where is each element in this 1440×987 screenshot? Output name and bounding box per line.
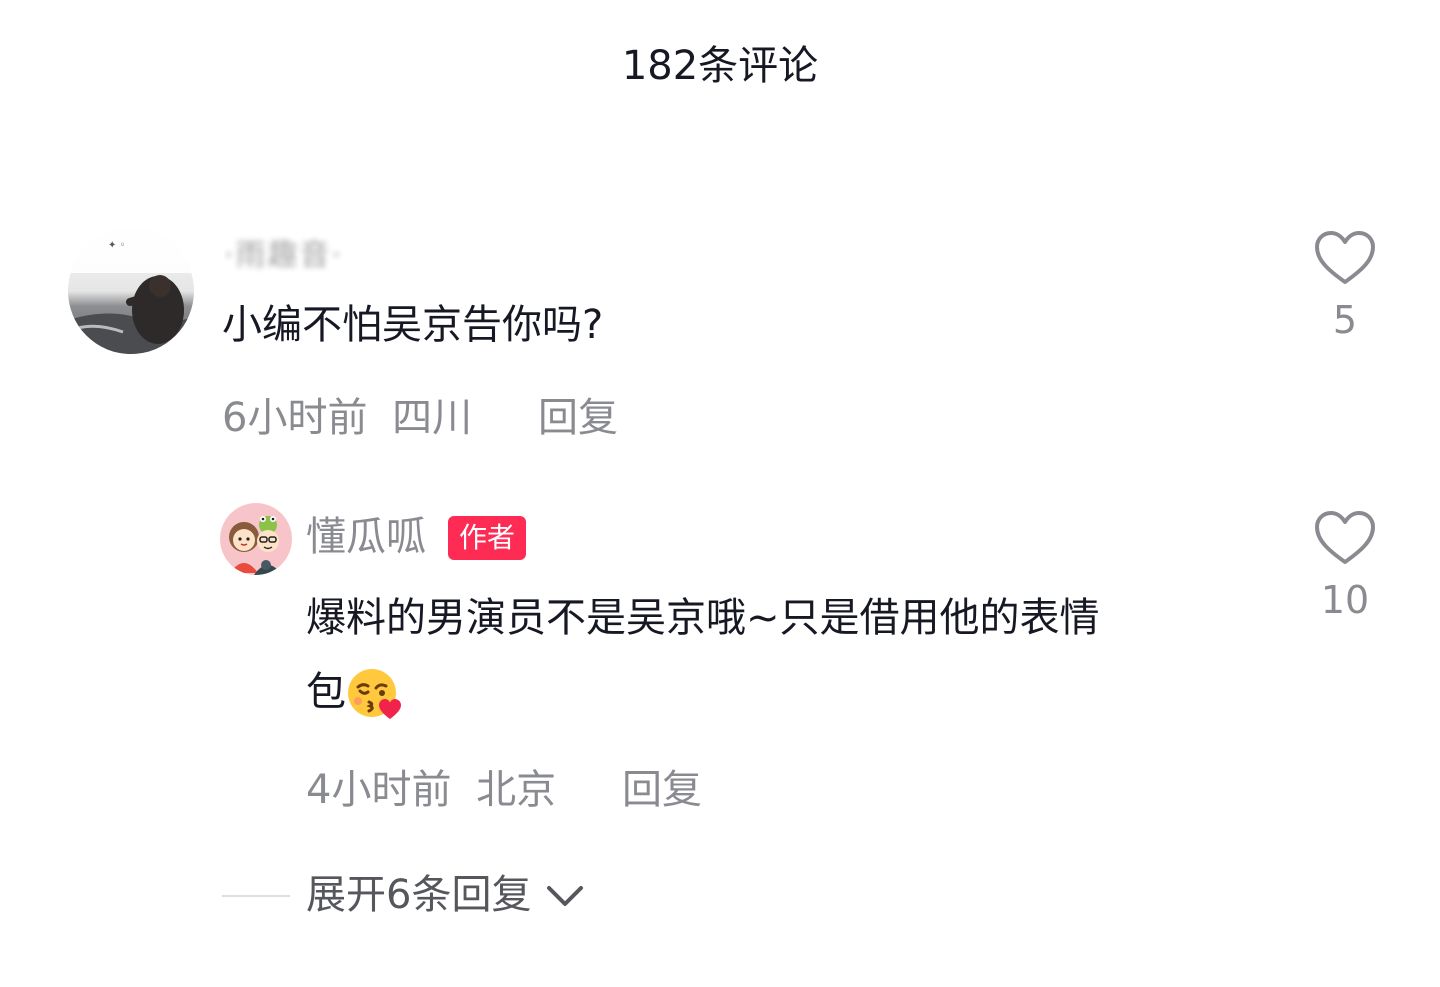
reply-time: 4小时前 bbox=[306, 767, 452, 813]
commenter-name-text: ·雨趣音· bbox=[224, 238, 344, 273]
comment-time: 6小时前 bbox=[222, 395, 368, 441]
reply-meta: 4小时前 北京 bbox=[306, 765, 556, 815]
reply-text: 爆料的男演员不是吴京哦~只是借用他的表情 包 bbox=[306, 581, 1266, 729]
heart-icon bbox=[1315, 231, 1375, 284]
like-button[interactable]: 5 bbox=[1300, 230, 1390, 344]
commenter-name[interactable]: ·雨趣音· bbox=[224, 230, 424, 274]
heart-icon bbox=[1315, 511, 1375, 564]
cartoon-couple-avatar-icon bbox=[220, 503, 292, 575]
reply-text-line-2-text: 包 bbox=[306, 669, 346, 715]
comment-meta: 6小时前 四川 bbox=[222, 393, 472, 443]
author-badge: 作者 bbox=[448, 516, 527, 560]
expand-replies-button[interactable]: 展开6条回复 bbox=[306, 870, 585, 920]
author-name[interactable]: 懂瓜呱 bbox=[306, 512, 426, 562]
commenter-avatar[interactable]: ✦ ◦ bbox=[68, 228, 194, 354]
expand-replies-label: 展开6条回复 bbox=[306, 872, 532, 918]
photo-avatar-icon: ✦ ◦ bbox=[68, 228, 194, 354]
kissing-face-with-heart-emoji-icon bbox=[348, 669, 401, 719]
reply-text-line-1: 爆料的男演员不是吴京哦~只是借用他的表情 bbox=[306, 595, 1100, 641]
reply-like-button[interactable]: 10 bbox=[1300, 510, 1390, 624]
comment-location: 四川 bbox=[392, 395, 473, 441]
comment-text: 小编不怕吴京告你吗? bbox=[222, 302, 604, 348]
author-avatar[interactable] bbox=[220, 503, 292, 575]
reply-button[interactable]: 回复 bbox=[538, 393, 618, 443]
reply-like-count: 10 bbox=[1320, 578, 1370, 622]
reply-location: 北京 bbox=[476, 767, 557, 813]
reply-text-line-2: 包 bbox=[306, 655, 1266, 729]
reply-reply-button[interactable]: 回复 bbox=[622, 765, 702, 815]
like-count: 5 bbox=[1332, 298, 1358, 342]
chevron-down-icon bbox=[547, 886, 584, 906]
comments-count-title: 182条评论 bbox=[621, 43, 819, 89]
svg-text:✦ ◦: ✦ ◦ bbox=[108, 240, 125, 251]
expand-divider bbox=[222, 895, 290, 897]
